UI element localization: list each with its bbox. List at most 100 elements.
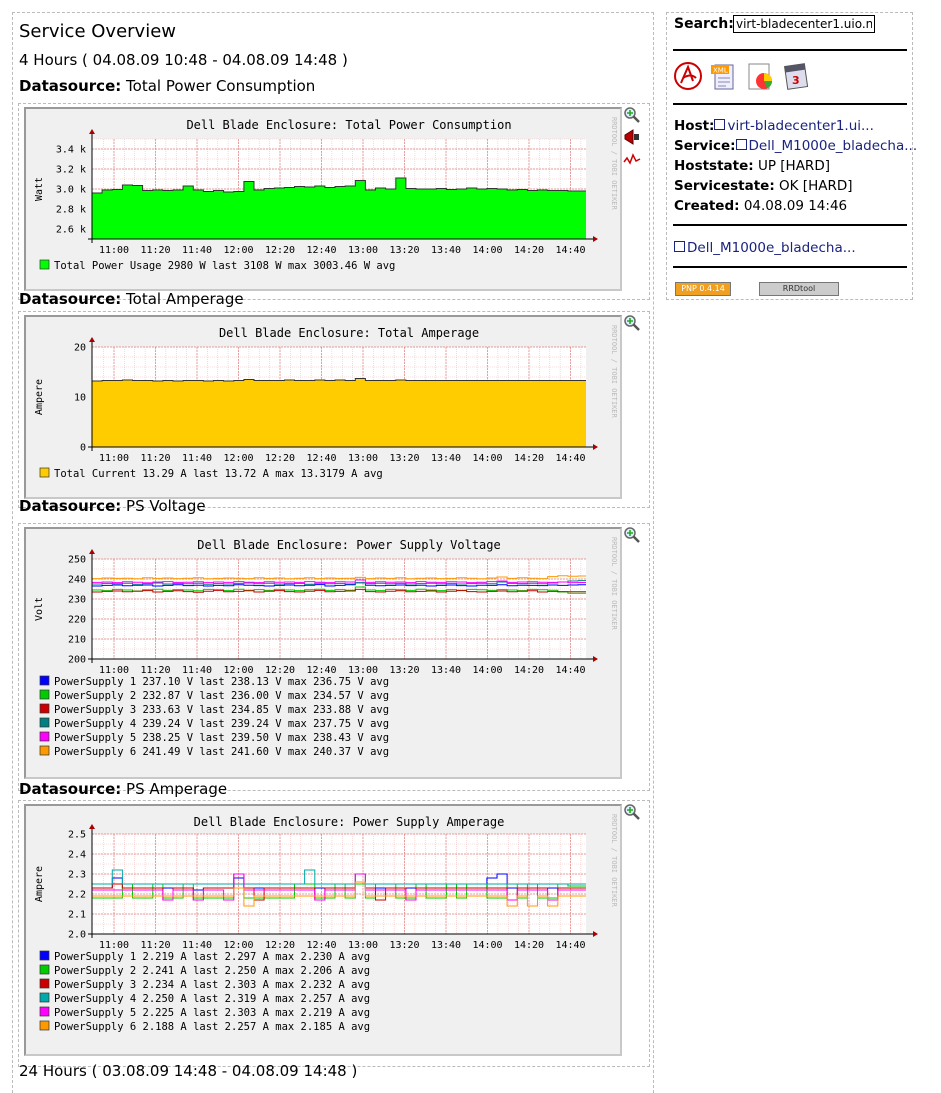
datasource-heading-3: Datasource: PS Amperage <box>19 780 228 798</box>
legend-entry: PowerSupply 6 2.188 A last 2.257 A max 2… <box>54 1021 370 1033</box>
x-tick-label: 14:00 <box>472 940 502 951</box>
legend-entry: PowerSupply 2 232.87 V last 236.00 V max… <box>54 690 389 702</box>
datasource-heading-2: Datasource: PS Voltage <box>19 497 206 515</box>
chart-ps-voltage: Dell Blade Enclosure: Power Supply Volta… <box>34 537 618 758</box>
y-tick-label: 230 <box>68 595 86 606</box>
created-row: Created: 04.08.09 14:46 <box>674 198 848 214</box>
x-tick-label: 13:00 <box>348 453 378 464</box>
y-tick-label: 2.6 k <box>56 225 86 236</box>
calendar-icon[interactable]: 3 <box>781 61 811 91</box>
x-tick-label: 13:20 <box>389 453 419 464</box>
service-link[interactable]: Dell_M1000e_bladecha... <box>749 138 918 154</box>
legend-entry: PowerSupply 3 2.234 A last 2.303 A max 2… <box>54 979 370 991</box>
pdf-icon[interactable] <box>673 61 703 91</box>
x-tick-label: 14:40 <box>555 453 585 464</box>
chart-power-consumption: Dell Blade Enclosure: Total Power Consum… <box>34 117 618 272</box>
y-tick-label: 2.3 <box>68 870 86 881</box>
legend-entry: PowerSupply 6 241.49 V last 241.60 V max… <box>54 746 389 758</box>
x-tick-label: 13:40 <box>431 453 461 464</box>
legend-swatch <box>39 259 50 270</box>
legend-swatch <box>39 467 50 478</box>
x-tick-label: 13:40 <box>431 665 461 676</box>
graph-icons-3 <box>623 803 645 825</box>
x-tick-label: 12:00 <box>223 245 253 256</box>
svg-text:XML: XML <box>713 67 728 75</box>
graph-total-amperage[interactable]: Dell Blade Enclosure: Total Amperage 11:0… <box>24 315 622 499</box>
y-axis-arrow <box>89 824 95 829</box>
x-tick-label: 12:40 <box>306 245 336 256</box>
rrdtool-watermark: RRDTOOL / TOBI OETIKER <box>610 814 618 908</box>
x-tick-label: 12:20 <box>265 453 295 464</box>
x-axis-arrow <box>593 656 598 662</box>
graph-ps-amperage[interactable]: Dell Blade Enclosure: Power Supply Amper… <box>24 804 622 1056</box>
servicestate-row: Servicestate: OK [HARD] <box>674 178 853 194</box>
service-graph-link[interactable]: Dell_M1000e_bladecha... <box>687 240 856 256</box>
graph-ps-voltage[interactable]: Dell Blade Enclosure: Power Supply Volta… <box>24 527 622 779</box>
host-link[interactable]: virt-bladecenter1.ui... <box>727 118 873 134</box>
x-tick-label: 11:00 <box>99 245 129 256</box>
x-axis-arrow <box>593 444 598 450</box>
legend-swatch <box>39 1006 50 1017</box>
zoom-icon[interactable] <box>623 106 641 124</box>
x-axis-arrow <box>593 931 598 937</box>
zoom-icon[interactable] <box>623 526 641 544</box>
search-label: Search: <box>674 16 734 32</box>
x-tick-label: 14:40 <box>555 940 585 951</box>
alert-horn-icon[interactable] <box>623 128 641 146</box>
page-title: Service Overview <box>19 21 176 42</box>
x-tick-label: 11:40 <box>182 245 212 256</box>
pnp-badge[interactable]: PNP 0.4.14 <box>675 282 731 296</box>
legend-swatch <box>39 1020 50 1031</box>
y-axis-arrow <box>89 549 95 554</box>
graph-box-1: Dell Blade Enclosure: Total Amperage 11:0… <box>18 311 650 508</box>
x-tick-label: 14:00 <box>472 245 502 256</box>
chart-title: Dell Blade Enclosure: Total Amperage <box>219 326 479 340</box>
stats-icon[interactable] <box>745 61 775 91</box>
legend-entry: PowerSupply 2 2.241 A last 2.250 A max 2… <box>54 965 370 977</box>
y-tick-label: 2.0 <box>68 930 86 941</box>
x-tick-label: 12:00 <box>223 665 253 676</box>
x-tick-label: 12:20 <box>265 940 295 951</box>
xml-icon[interactable]: XML <box>709 61 739 91</box>
y-tick-label: 240 <box>68 575 86 586</box>
y-tick-label: 0 <box>80 443 86 454</box>
y-tick-label: 20 <box>74 343 86 354</box>
x-tick-label: 11:20 <box>140 940 170 951</box>
legend-swatch <box>39 978 50 989</box>
graph-box-0: Dell Blade Enclosure: Total Power Consum… <box>18 103 650 300</box>
legend-entry: PowerSupply 1 2.219 A last 2.297 A max 2… <box>54 951 370 963</box>
graph-line-icon[interactable] <box>623 150 641 168</box>
service-link-row: Dell_M1000e_bladecha... <box>674 240 856 256</box>
y-axis-label: Watt <box>34 177 45 201</box>
x-tick-label: 11:00 <box>99 665 129 676</box>
divider <box>673 49 907 51</box>
search-input[interactable] <box>733 15 875 33</box>
x-tick-label: 14:40 <box>555 245 585 256</box>
series-area <box>92 378 586 447</box>
graph-power-consumption[interactable]: Dell Blade Enclosure: Total Power Consum… <box>24 107 622 291</box>
x-tick-label: 11:40 <box>182 453 212 464</box>
legend-swatch <box>39 745 50 756</box>
chart-title: Dell Blade Enclosure: Power Supply Amper… <box>194 815 505 829</box>
external-link-icon <box>735 139 747 150</box>
x-tick-label: 13:00 <box>348 940 378 951</box>
zoom-icon[interactable] <box>623 314 641 332</box>
graph-icons-2 <box>623 526 645 548</box>
chart-total-amperage: Dell Blade Enclosure: Total Amperage 11:0… <box>34 325 618 480</box>
zoom-icon[interactable] <box>623 803 641 821</box>
legend-entry: PowerSupply 1 237.10 V last 238.13 V max… <box>54 676 389 688</box>
service-row: Service: Dell_M1000e_bladecha... <box>674 138 918 154</box>
y-axis-arrow <box>89 337 95 342</box>
rrdtool-badge[interactable]: RRDtool <box>759 282 839 296</box>
x-tick-label: 13:40 <box>431 245 461 256</box>
x-tick-label: 13:00 <box>348 245 378 256</box>
y-tick-label: 250 <box>68 555 86 566</box>
period-4h: 4 Hours ( 04.08.09 10:48 - 04.08.09 14:4… <box>19 51 348 69</box>
svg-text:3: 3 <box>792 74 800 87</box>
external-link-icon <box>714 119 726 130</box>
x-tick-label: 12:40 <box>306 940 336 951</box>
legend-swatch <box>39 964 50 975</box>
graph-box-2: Dell Blade Enclosure: Power Supply Volta… <box>18 523 650 791</box>
divider <box>673 103 907 105</box>
datasource-heading-0: Datasource: Total Power Consumption <box>19 77 316 95</box>
